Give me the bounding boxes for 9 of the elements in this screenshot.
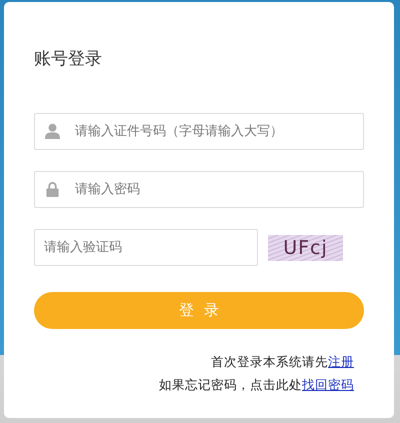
- footer-text: 如果忘记密码，点击此处找回密码: [159, 376, 354, 394]
- input-field[interactable]: 请输入证件号码（字母请输入大写）: [34, 113, 364, 150]
- captcha-image[interactable]: UFcj: [268, 234, 343, 260]
- footer-text: 首次登录本系统请先注册: [211, 353, 354, 371]
- input-field[interactable]: 请输入密码: [34, 171, 364, 208]
- form-title: 账号登录: [34, 48, 103, 71]
- footer-link[interactable]: 注册: [328, 354, 354, 369]
- captcha-field[interactable]: 请输入验证码: [34, 229, 258, 266]
- footer-link[interactable]: 找回密码: [302, 377, 354, 392]
